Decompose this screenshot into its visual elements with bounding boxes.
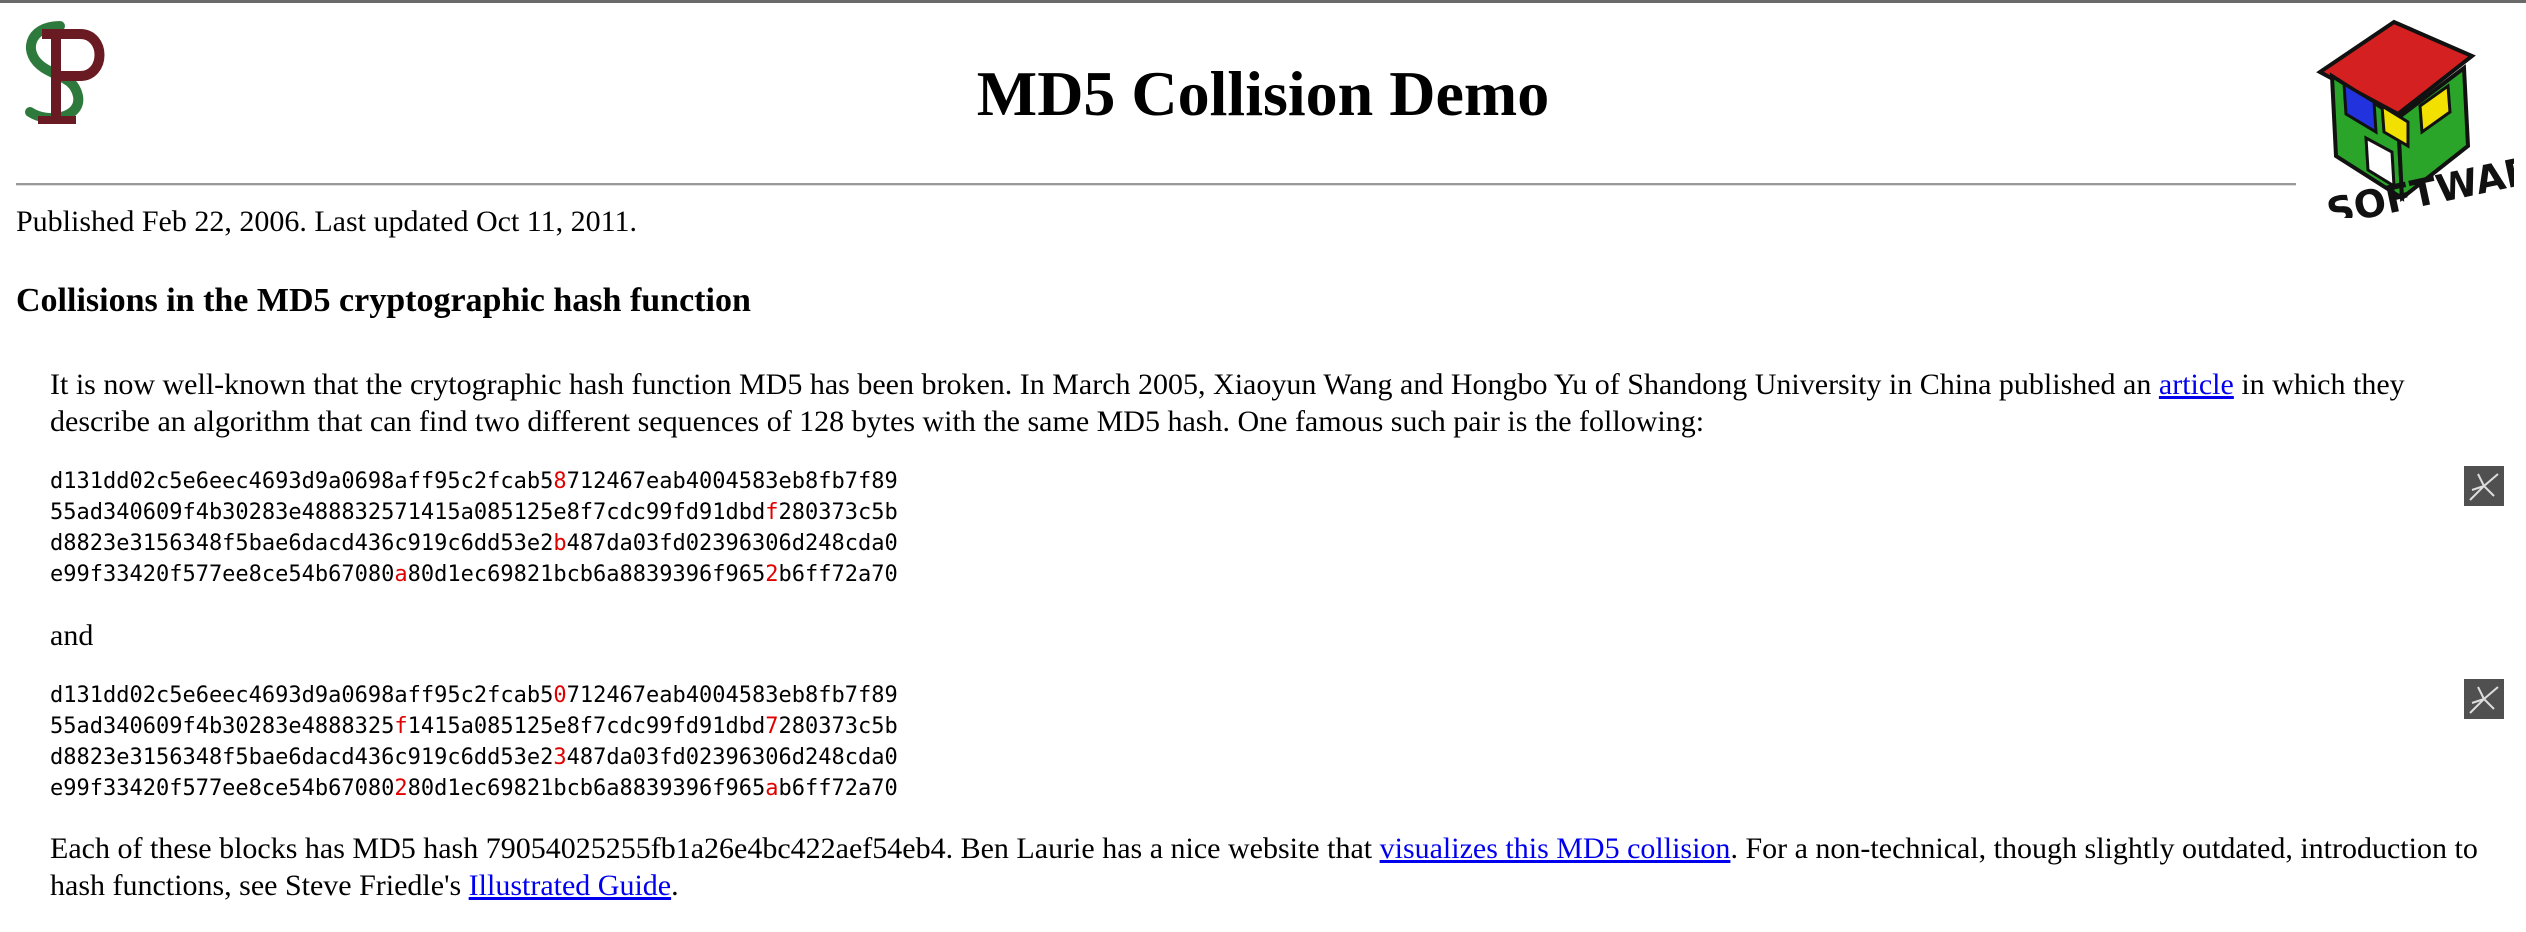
top-border xyxy=(0,0,2526,3)
block1-line4: e99f33420f577ee8ce54b67080a80d1ec69821bc… xyxy=(50,562,898,587)
collision-block-1: d131dd02c5e6eec4693d9a0698aff95c2fcab587… xyxy=(50,466,898,590)
broken-image-icon[interactable] xyxy=(2464,679,2504,719)
collision-block-2: d131dd02c5e6eec4693d9a0698aff95c2fcab507… xyxy=(50,680,898,804)
intro-text-1: It is now well-known that the crytograph… xyxy=(50,368,2159,401)
block2-line4: e99f33420f577ee8ce54b67080280d1ec69821bc… xyxy=(50,776,898,801)
section-heading: Collisions in the MD5 cryptographic hash… xyxy=(16,282,751,319)
block2-line1: d131dd02c5e6eec4693d9a0698aff95c2fcab507… xyxy=(50,683,898,708)
block2-line2: 55ad340609f4b30283e4888325f1415a085125e8… xyxy=(50,714,898,739)
block1-line3: d8823e3156348f5bae6dacd436c919c6dd53e2b4… xyxy=(50,531,898,556)
outro-paragraph: Each of these blocks has MD5 hash 790540… xyxy=(50,830,2510,904)
and-text: and xyxy=(50,619,94,652)
illustrated-guide-link[interactable]: Illustrated Guide xyxy=(469,869,671,902)
block2-line3: d8823e3156348f5bae6dacd436c919c6dd53e234… xyxy=(50,745,898,770)
outro-text-3: . xyxy=(671,869,679,902)
horizontal-rule xyxy=(16,183,2296,186)
outro-text-1: Each of these blocks has MD5 hash 790540… xyxy=(50,832,1380,865)
visualizer-link[interactable]: visualizes this MD5 collision xyxy=(1380,832,1731,865)
intro-paragraph: It is now well-known that the crytograph… xyxy=(50,366,2510,440)
broken-image-icon[interactable] xyxy=(2464,466,2504,506)
page-title: MD5 Collision Demo xyxy=(976,58,1550,129)
software-house-logo[interactable]: SOFTWARE xyxy=(2302,18,2514,218)
block1-line2: 55ad340609f4b30283e488832571415a085125e8… xyxy=(50,500,898,525)
published-date: Published Feb 22, 2006. Last updated Oct… xyxy=(16,205,638,238)
article-link[interactable]: article xyxy=(2159,368,2234,401)
block1-line1: d131dd02c5e6eec4693d9a0698aff95c2fcab587… xyxy=(50,469,898,494)
